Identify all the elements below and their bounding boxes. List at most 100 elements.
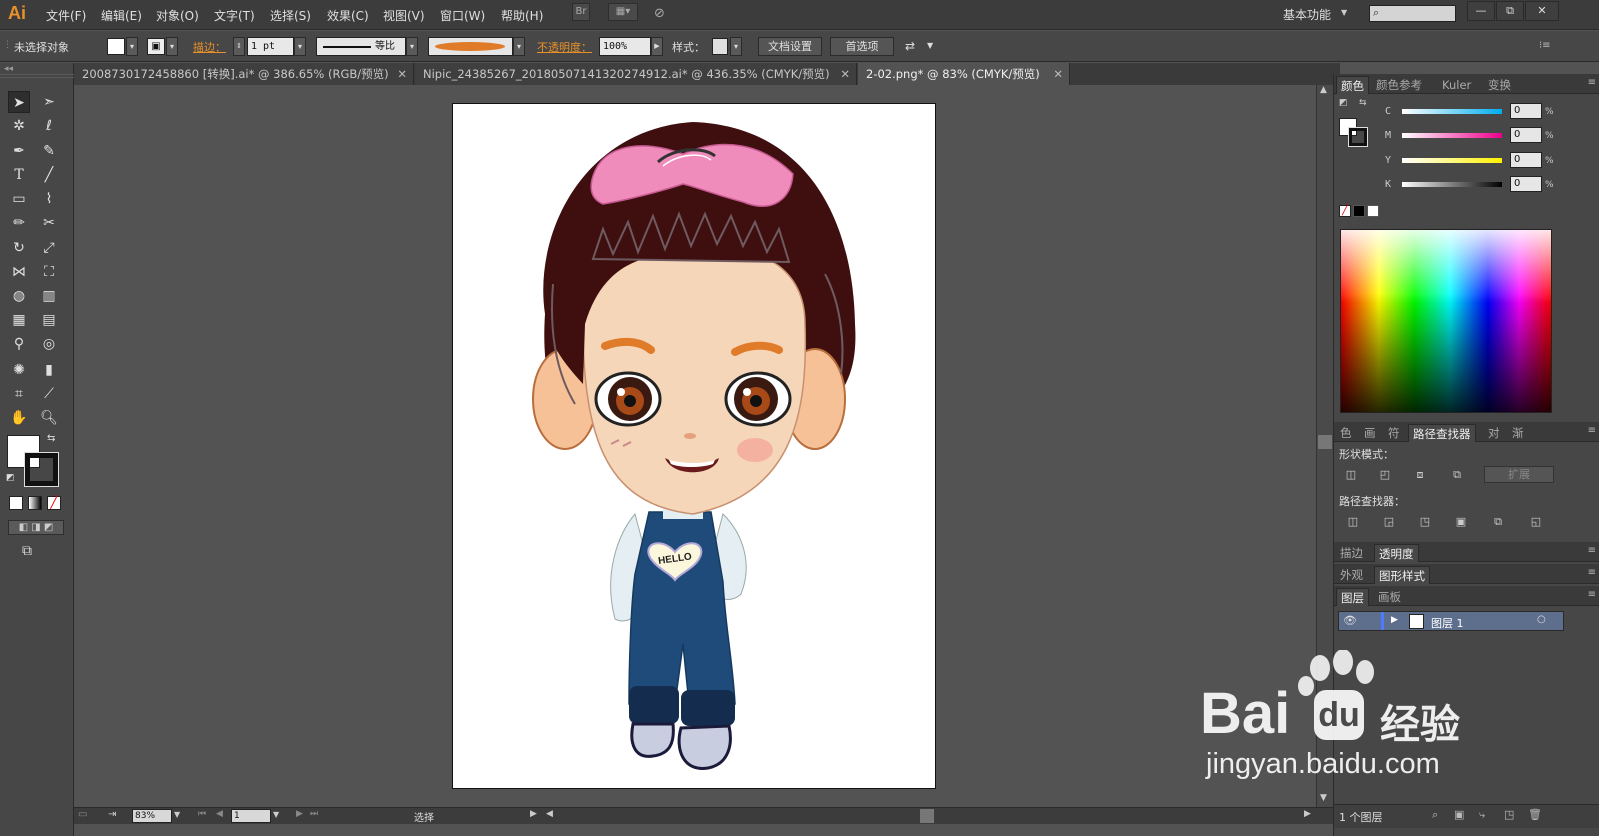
fill-dropdown[interactable]: ▾ [126,37,138,56]
tab-color[interactable]: 颜色 [1336,76,1369,94]
new-sublayer-icon[interactable]: ⤷ [1479,808,1485,822]
scroll-left-icon[interactable]: ◀ [546,809,553,819]
panel-menu-icon[interactable]: ≡ [1588,589,1596,600]
new-layer-icon[interactable]: ◳ [1504,808,1514,821]
menu-help[interactable]: 帮助(H) [501,7,543,24]
draw-mode-icon[interactable]: ◧ ◨ ◩ [8,520,64,535]
tab-kuler[interactable]: Kuler [1438,76,1475,94]
close-tab-icon[interactable]: ✕ [397,63,407,85]
export-icon[interactable]: ⇥ [108,809,116,820]
gpu-performance-icon[interactable]: ⊘ [654,6,665,21]
curvature-tool-icon[interactable]: ✎ [38,140,60,162]
artboard-tool-icon[interactable]: ⌗ [8,383,30,405]
slice-tool-icon[interactable]: ⟋ [38,383,60,405]
arrange-icon[interactable]: ⇄ [905,39,915,53]
rectangle-tool-icon[interactable]: ▭ [8,188,30,210]
panel-stroke-swatch[interactable] [1348,127,1368,147]
close-tab-icon[interactable]: ✕ [840,63,850,85]
arrange-documents-button[interactable]: ▦▾ [608,3,638,21]
hscroll-thumb[interactable] [920,809,934,823]
prev-artboard-icon[interactable]: ◀ [216,809,223,819]
scroll-thumb[interactable] [1318,435,1332,449]
tab-transform[interactable]: 变换 [1484,76,1515,94]
opacity-slider-button[interactable]: ▶ [651,37,663,56]
menu-view[interactable]: 视图(V) [383,7,425,24]
default-fill-stroke-icon[interactable]: ◩ [6,473,15,483]
restore-button[interactable]: ⧉ [1496,1,1524,21]
layer-target-icon[interactable]: ○ [1537,614,1546,625]
tab-brushes-short[interactable]: 画 [1360,424,1380,442]
perspective-grid-tool-icon[interactable]: ▥ [38,285,60,307]
tab-color-guide[interactable]: 颜色参考 [1372,76,1426,94]
panel-menu-icon[interactable]: ≡ [1588,545,1596,556]
cartoon-girl-illustration[interactable]: HELLO [453,104,937,790]
menu-object[interactable]: 对象(O) [156,7,199,24]
scissors-tool-icon[interactable]: ✂ [38,212,60,234]
menu-type[interactable]: 文字(T) [214,7,255,24]
stroke-label[interactable]: 描边： [193,39,226,55]
workspace-switcher[interactable]: 基本功能 [1283,6,1331,23]
variable-width-profile[interactable]: 等比 [316,37,406,56]
color-default-icon[interactable]: ◩ [1339,98,1348,108]
layer-name[interactable]: 图层 1 [1431,615,1464,631]
tab-appearance[interactable]: 外观 [1336,566,1367,584]
clipping-mask-icon[interactable]: ▣ [1454,808,1464,821]
selection-tool-icon[interactable]: ➤ [8,91,30,113]
artboard-dropdown-icon[interactable]: ▼ [273,810,279,819]
opacity-label[interactable]: 不透明度： [537,39,592,55]
color-swap-icon[interactable]: ⇆ [1359,98,1367,108]
color-mode-icon[interactable] [9,496,23,510]
channel-k-slider[interactable] [1402,182,1502,187]
channel-m-input[interactable]: 0 [1510,127,1542,143]
scale-tool-icon[interactable]: ⤢ [38,237,60,259]
channel-k-input[interactable]: 0 [1510,176,1542,192]
visibility-eye-icon[interactable]: 👁︎ [1343,614,1357,627]
tab-align-short[interactable]: 对 [1484,424,1504,442]
zoom-dropdown-icon[interactable]: ▼ [174,810,180,819]
shape-builder-tool-icon[interactable]: ◍ [8,285,30,307]
merge-icon[interactable]: ◳ [1416,514,1434,530]
next-artboard-icon[interactable]: ▶ [296,809,303,819]
status-menu-icon[interactable]: ▶ [530,809,537,819]
style-dropdown[interactable]: ▾ [730,37,742,56]
gradient-mode-icon[interactable] [28,496,42,510]
panel-menu-icon[interactable]: ≡ [1588,567,1596,578]
control-bar-menu-icon[interactable]: ⁝≡ [1539,40,1551,51]
gradient-tool-icon[interactable]: ▤ [38,309,60,331]
document-setup-button[interactable]: 文档设置 [758,37,822,56]
arrange-dropdown-icon[interactable]: ▼ [927,41,933,50]
scroll-up-icon[interactable]: ▲ [1320,85,1327,95]
unite-icon[interactable]: ◫ [1342,467,1360,483]
fill-swatch[interactable] [107,38,125,55]
rotate-tool-icon[interactable]: ↻ [8,237,30,259]
symbol-sprayer-tool-icon[interactable]: ✺ [8,359,30,381]
search-input[interactable]: ⌕ [1369,5,1456,22]
brush-dropdown[interactable]: ▾ [513,37,525,56]
minus-back-icon[interactable]: ◱ [1527,514,1545,530]
zoom-tool-icon[interactable]: 🔍︎ [38,407,60,429]
crop-icon[interactable]: ▣ [1452,514,1470,530]
blend-tool-icon[interactable]: ◎ [38,333,60,355]
paintbrush-tool-icon[interactable]: ⌇ [38,188,60,210]
close-tab-icon[interactable]: ✕ [1053,63,1063,85]
pencil-tool-icon[interactable]: ✏ [8,212,30,234]
expand-layer-icon[interactable]: ▶ [1391,615,1398,625]
menu-effect[interactable]: 效果(C) [327,7,369,24]
panel-menu-icon[interactable]: ≡ [1588,77,1596,88]
tab-document-2[interactable]: Nipic_24385267_20180507141320274912.ai* … [415,63,857,85]
tab-pathfinder[interactable]: 路径查找器 [1408,424,1476,442]
stroke-weight-input[interactable]: 1 pt [247,37,294,56]
magic-wand-tool-icon[interactable]: ✲ [8,115,30,137]
preferences-button[interactable]: 首选项 [830,37,894,56]
tab-symbols-short[interactable]: 符 [1384,424,1404,442]
tab-graphic-styles[interactable]: 图形样式 [1374,566,1430,584]
brush-definition[interactable] [428,37,513,56]
hand-tool-icon[interactable]: ✋ [8,407,30,429]
workspace-dropdown-icon[interactable]: ▼ [1341,8,1347,17]
channel-m-slider[interactable] [1402,133,1502,138]
scroll-right-icon[interactable]: ▶ [1304,809,1311,819]
pen-tool-icon[interactable]: ✒ [8,140,30,162]
trim-icon[interactable]: ◲ [1380,514,1398,530]
stroke-swatch[interactable]: ▣ [147,38,165,55]
none-mode-icon[interactable]: ╱ [47,496,61,510]
